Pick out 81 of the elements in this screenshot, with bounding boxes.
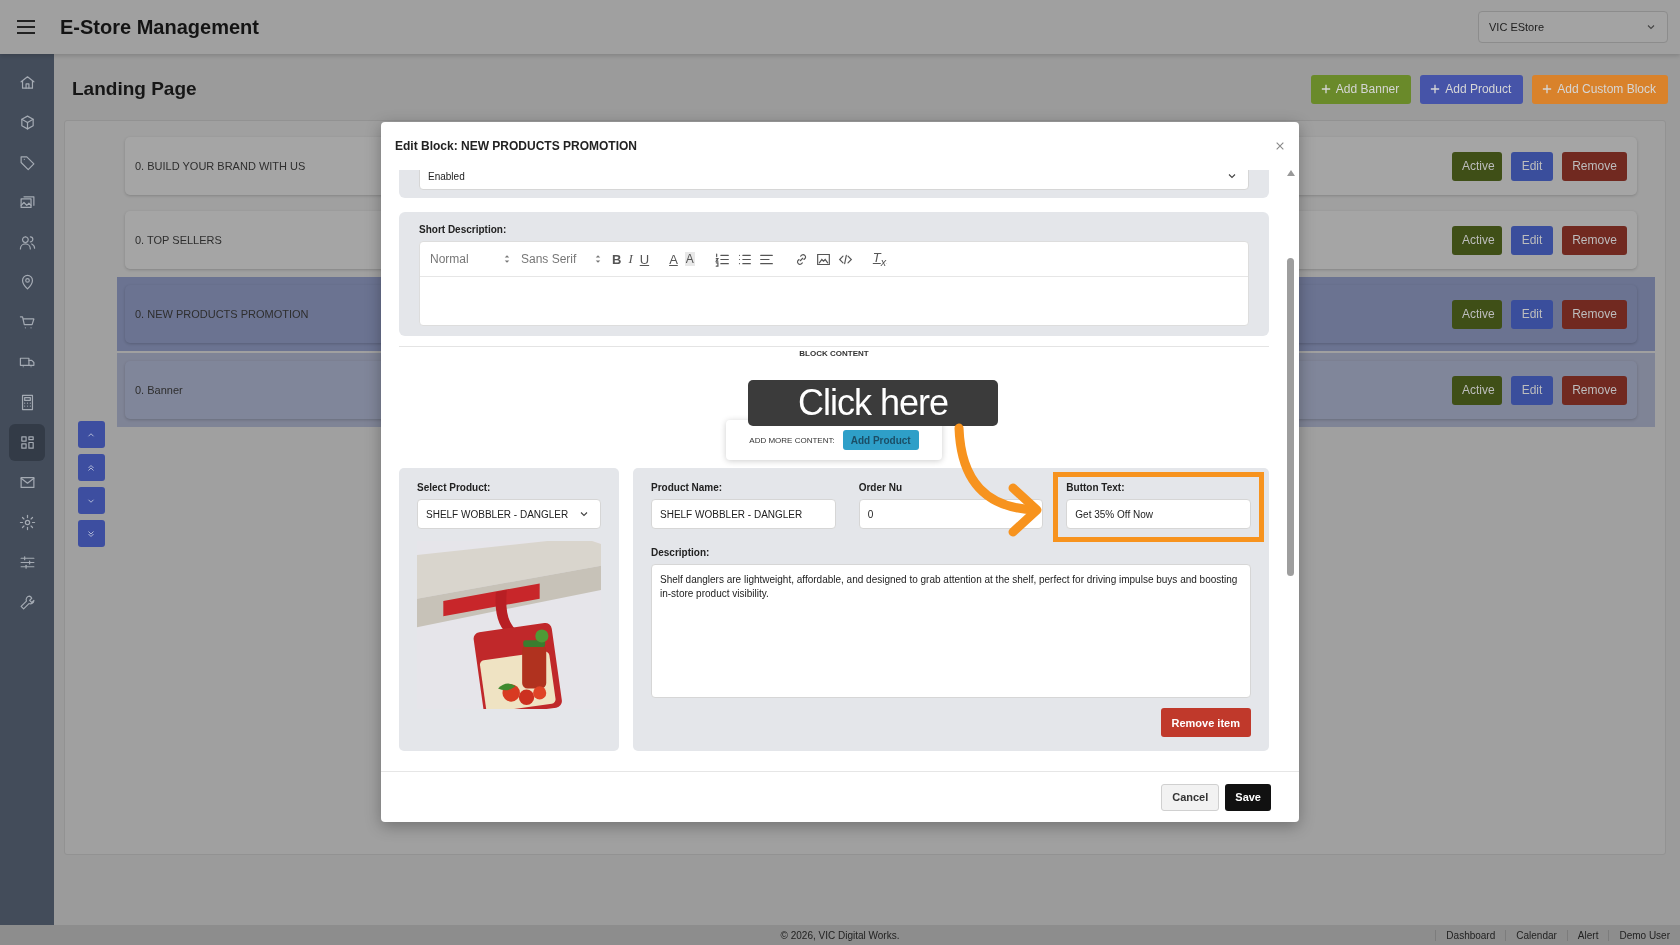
store-select[interactable]: VIC EStore [1478,11,1668,43]
block-title: 0. BUILD YOUR BRAND WITH US [135,160,306,172]
field-label: Order Nu [858,482,902,493]
clear-format-button[interactable]: T$_{x}$ [872,250,887,268]
dashboard-icon [18,434,36,451]
status-select[interactable]: Enabled [419,170,1249,190]
footer-link[interactable]: Calendar [1505,929,1567,941]
edit-button[interactable]: Edit [1511,225,1553,255]
add-product-button[interactable]: Add Product [842,430,919,450]
double-chevron-up-button[interactable] [77,454,105,481]
app-title: E-Store Management [60,15,259,39]
text-editor[interactable]: Normal Sans Serif B I U A A T$_{x}$ [419,241,1249,326]
close-icon[interactable] [1275,141,1285,151]
block-title: 0. Banner [135,384,183,396]
field-label: Description: [651,547,710,558]
add-button[interactable]: Add Product [1420,74,1524,104]
image-icon[interactable] [815,251,831,267]
background-color-button[interactable]: A [684,252,695,266]
underline-button[interactable]: U [639,251,650,267]
double-chevron-down-icon [86,528,96,539]
scroll-up-icon[interactable] [1287,170,1295,176]
page-title: Landing Page [72,78,197,100]
active-button[interactable]: Active [1452,225,1502,255]
field-label: Select Product: [417,482,491,493]
sliders-icon [18,554,36,571]
sidebar-item[interactable] [9,424,45,461]
block-title: 0. NEW PRODUCTS PROMOTION [135,308,309,320]
cancel-button[interactable]: Cancel [1161,783,1220,811]
users-icon [18,234,36,251]
edit-button[interactable]: Edit [1511,151,1553,181]
wrench-icon [18,594,36,611]
plus-icon [1320,84,1331,94]
footer-link[interactable]: Alert [1566,929,1609,941]
remove-item-button[interactable]: Remove item [1160,708,1251,737]
description-field[interactable]: Shelf danglers are lightweight, affordable, and designed to grab attention at the shelf, perfect for driving impulse buys and boosting in-store product visibility. [651,564,1251,698]
mail-icon [18,474,36,491]
active-button[interactable]: Active [1452,151,1502,181]
sort-arrows-icon [504,254,510,264]
text-color-button[interactable]: A [669,251,678,267]
edit-button[interactable]: Edit [1511,375,1553,405]
double-chevron-down-button[interactable] [77,520,105,547]
bold-button[interactable]: B [612,251,622,267]
footer-link[interactable]: Dashboard [1435,929,1506,941]
chevron-up-button[interactable] [77,421,105,448]
sort-arrows-icon [595,254,601,264]
section-heading: BLOCK CONTENT [799,349,869,358]
tag-icon [18,154,36,171]
block-title: 0. TOP SELLERS [135,234,222,246]
footer-link[interactable]: Demo User [1608,929,1680,941]
copyright-text: © 2026, VIC Digital Works. [780,929,900,941]
chevron-down-button[interactable] [77,487,105,514]
cart-icon [18,314,36,331]
product-select[interactable]: SHELF WOBBLER - DANGLER [417,499,601,529]
remove-button[interactable]: Remove [1562,151,1627,181]
add-content-label: ADD MORE CONTENT: [749,435,835,445]
ordered-list-icon[interactable] [714,251,730,267]
input-field[interactable]: SHELF WOBBLER - DANGLER [651,499,836,529]
plus-icon [1542,84,1553,94]
remove-button[interactable]: Remove [1562,225,1627,255]
format-picker[interactable]: Sans Serif [521,252,601,266]
edit-button[interactable]: Edit [1511,299,1553,329]
active-button[interactable]: Active [1452,299,1502,329]
field-label: Button Text: [1066,482,1125,493]
field-label: Product Name: [651,482,723,493]
dialog-title: Edit Block: NEW PRODUCTS PROMOTION [395,139,637,153]
active-button[interactable]: Active [1452,375,1502,405]
remove-button[interactable]: Remove [1562,375,1627,405]
field-label: Short Description: [419,224,507,235]
scrollbar-thumb[interactable] [1287,258,1294,576]
add-button[interactable]: Add Banner [1310,74,1412,104]
format-picker[interactable]: Normal [430,252,510,266]
input-field[interactable]: Get 35% Off Now [1066,499,1251,529]
italic-button[interactable]: I [628,251,633,267]
double-chevron-up-icon [86,462,96,473]
home-icon [18,74,36,91]
box-icon [18,114,36,131]
images-icon [18,194,36,211]
plus-icon [1430,84,1441,94]
remove-button[interactable]: Remove [1562,299,1627,329]
save-button[interactable]: Save [1225,783,1271,811]
callout-label: Click here [748,380,998,426]
